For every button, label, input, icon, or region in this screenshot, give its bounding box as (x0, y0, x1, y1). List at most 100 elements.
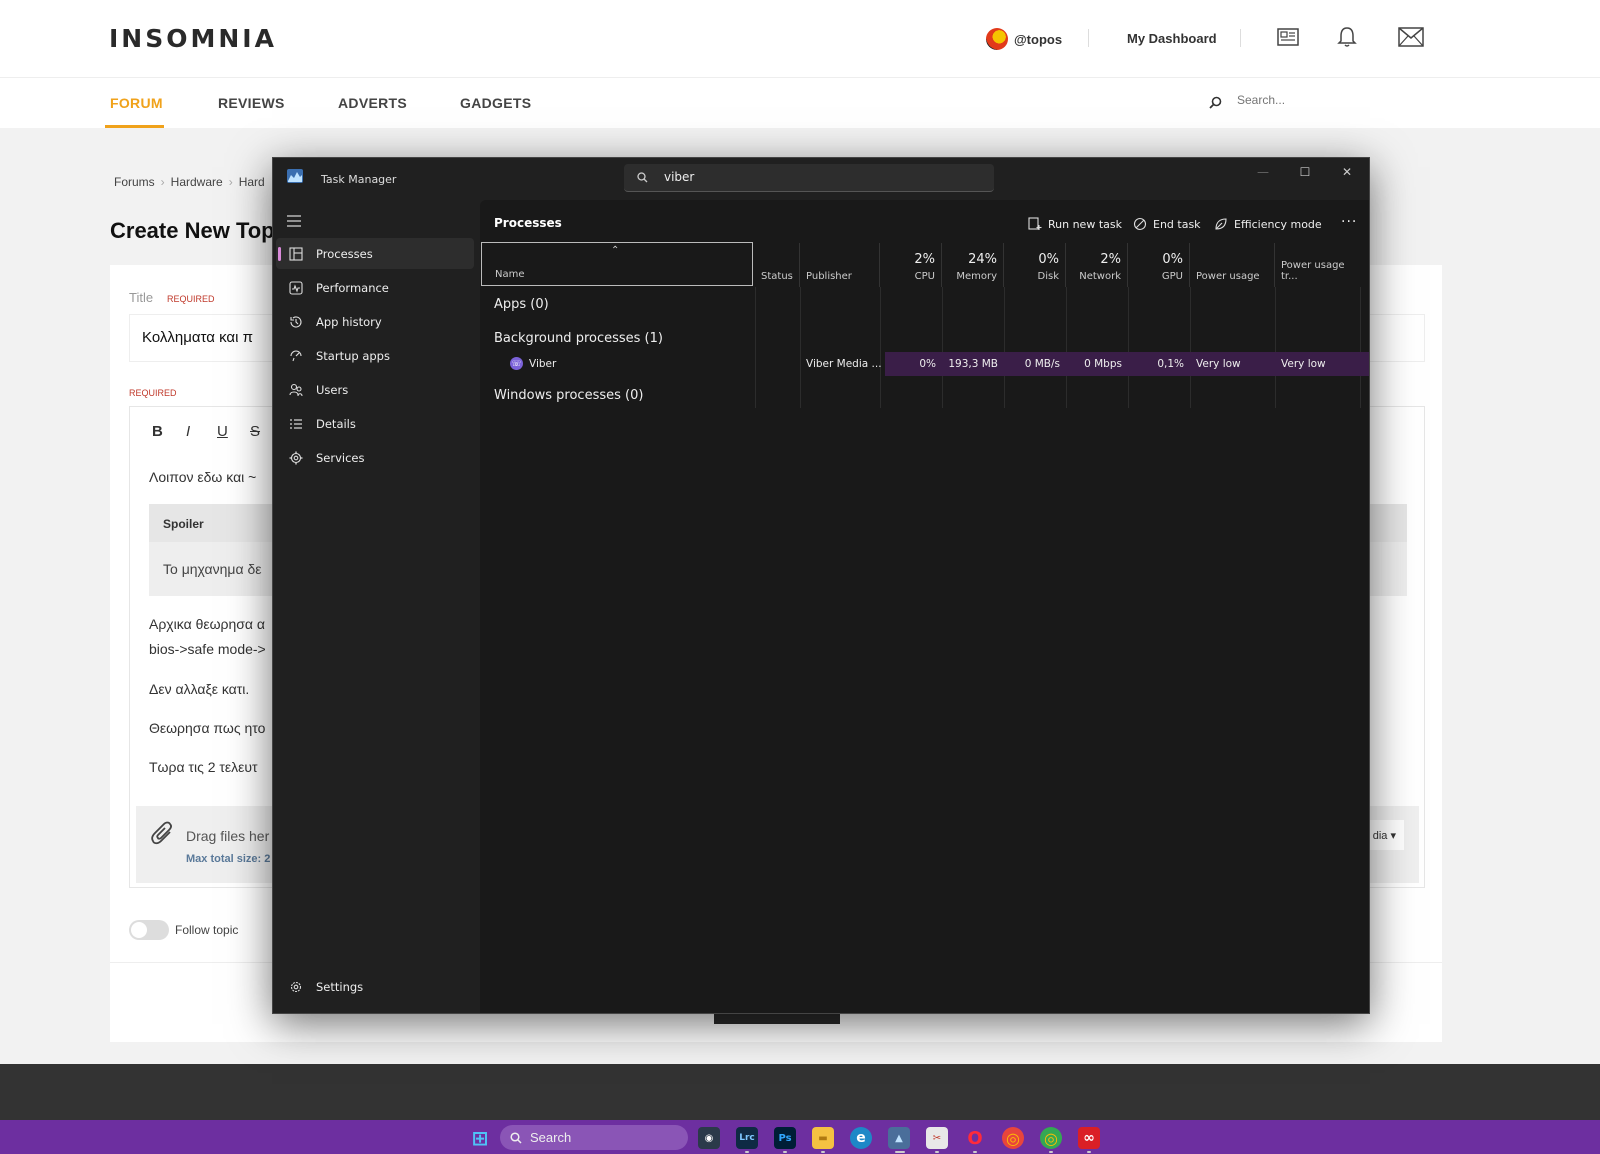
column-header-network[interactable]: 2% Network (1066, 243, 1128, 287)
end-task-icon (1133, 217, 1147, 231)
dashboard-link[interactable]: My Dashboard (1127, 31, 1217, 46)
close-button[interactable]: ✕ (1327, 158, 1367, 186)
bell-icon[interactable] (1337, 26, 1357, 48)
column-header-memory[interactable]: 24% Memory (942, 243, 1004, 287)
breadcrumb-hardware[interactable]: Hardware (171, 175, 223, 189)
users-icon (289, 383, 303, 396)
start-icon[interactable]: ⊞ (469, 1126, 491, 1150)
process-search-input[interactable] (664, 170, 974, 184)
run-task-icon (1028, 217, 1042, 230)
windows-taskbar: ⊞ Search ◉ Lrc Ps ▬ e ▲ ✂ O ◎ ◎ ∞ (0, 1120, 1600, 1154)
underline-button[interactable]: U (217, 423, 228, 440)
paperclip-icon (151, 821, 172, 845)
efficiency-mode-button[interactable]: Efficiency mode (1214, 211, 1322, 237)
column-divider (1004, 287, 1005, 408)
viber-icon: ☏ (510, 357, 523, 370)
sidebar-item-label: Processes (316, 246, 373, 261)
snipping-icon[interactable]: ✂ (926, 1127, 948, 1149)
mail-icon[interactable] (1398, 27, 1424, 47)
maximize-button[interactable]: ☐ (1285, 158, 1325, 186)
breadcrumb-forums[interactable]: Forums (114, 175, 155, 189)
column-header-power-usage[interactable]: Power usage (1190, 243, 1275, 287)
column-header-cpu[interactable]: 2% CPU (880, 243, 942, 287)
column-label: Power usage (1196, 271, 1260, 282)
column-header-name[interactable]: ⌃ Name (481, 242, 753, 286)
network-total: 2% (1100, 252, 1121, 267)
editor-paragraph: bios->safe mode-> (149, 641, 266, 657)
sidebar-item-users[interactable]: Users (276, 374, 474, 405)
avatar[interactable] (986, 28, 1008, 50)
breadcrumb-separator: › (160, 175, 165, 189)
table-row[interactable]: ☏ Viber Viber Media ... 0% 193,3 MB 0 MB… (480, 352, 1369, 376)
sidebar-item-label: Startup apps (316, 348, 390, 363)
dropzone-label: Drag files her (186, 828, 270, 844)
sidebar-item-startup-apps[interactable]: Startup apps (276, 340, 474, 371)
italic-button[interactable]: I (186, 423, 190, 440)
sidebar-item-label: Details (316, 416, 356, 431)
column-header-status[interactable]: Status (755, 243, 800, 287)
publisher-cell: Viber Media ... (806, 358, 882, 370)
photoshop-icon[interactable]: Ps (774, 1127, 796, 1149)
running-indicator (783, 1151, 787, 1153)
breadcrumb-hard[interactable]: Hard (239, 175, 265, 189)
nav-reviews[interactable]: REVIEWS (218, 95, 285, 111)
end-task-button[interactable]: End task (1133, 211, 1201, 237)
chrome-icon[interactable]: ◎ (1002, 1127, 1024, 1149)
chrome-profile-icon[interactable]: ◎ (1040, 1127, 1062, 1149)
run-new-task-button[interactable]: Run new task (1028, 211, 1122, 237)
column-header-power-trend[interactable]: Power usage tr... (1275, 243, 1360, 287)
process-search[interactable] (624, 164, 994, 192)
column-divider (1275, 287, 1276, 408)
group-windows[interactable]: Windows processes (0) (494, 388, 643, 403)
group-background[interactable]: Background processes (1) (494, 331, 663, 346)
title-label: Title (129, 290, 154, 305)
follow-topic-toggle[interactable] (129, 920, 169, 940)
cpu-cell: 0% (919, 358, 936, 370)
site-footer (0, 1064, 1600, 1120)
column-header-publisher[interactable]: Publisher (800, 243, 880, 287)
sidebar-item-app-history[interactable]: App history (276, 306, 474, 337)
sidebar-item-label: Performance (316, 280, 389, 295)
group-apps[interactable]: Apps (0) (494, 297, 549, 312)
hamburger-icon[interactable] (287, 215, 301, 227)
column-header-gpu[interactable]: 0% GPU (1128, 243, 1190, 287)
sidebar-item-settings[interactable]: Settings (276, 971, 474, 1002)
more-options-button[interactable]: ··· (1341, 214, 1357, 230)
site-header: INSOMNIA @topos My Dashboard (0, 0, 1600, 78)
creative-cloud-icon[interactable]: ∞ (1078, 1127, 1100, 1149)
username[interactable]: @topos (1014, 32, 1062, 47)
required-badge: REQUIRED (167, 294, 215, 304)
column-label: Name (495, 269, 525, 280)
running-indicator (935, 1151, 939, 1153)
power-trend-cell: Very low (1281, 358, 1326, 370)
taskmanager-icon[interactable]: ▲ (888, 1127, 910, 1149)
column-header-disk[interactable]: 0% Disk (1004, 243, 1066, 287)
search-icon[interactable] (1209, 96, 1222, 109)
news-icon[interactable] (1277, 28, 1299, 46)
nav-adverts[interactable]: ADVERTS (338, 95, 407, 111)
column-label: Disk (1037, 271, 1059, 282)
edge-icon[interactable]: e (850, 1127, 872, 1149)
processes-panel: Processes Run new task End task Efficien… (480, 200, 1369, 1013)
site-search-input[interactable] (1237, 93, 1437, 107)
sidebar-item-services[interactable]: Services (276, 442, 474, 473)
site-logo[interactable]: INSOMNIA (109, 24, 277, 53)
sidebar-item-performance[interactable]: Performance (276, 272, 474, 303)
lightroom-icon[interactable]: Lrc (736, 1127, 758, 1149)
strike-button[interactable]: S (250, 423, 260, 440)
nav-forum[interactable]: FORUM (110, 95, 163, 111)
davinci-icon[interactable]: ◉ (698, 1127, 720, 1149)
taskbar-search[interactable]: Search (500, 1125, 688, 1150)
user-menu[interactable]: @topos (986, 28, 1062, 50)
sidebar-item-details[interactable]: Details (276, 408, 474, 439)
sidebar-item-processes[interactable]: Processes (276, 238, 474, 269)
column-divider (1360, 287, 1361, 408)
explorer-icon[interactable]: ▬ (812, 1127, 834, 1149)
minimize-button[interactable]: — (1243, 158, 1283, 186)
bold-button[interactable]: B (152, 423, 163, 440)
editor-paragraph: Τωρα τις 2 τελευτ (149, 759, 258, 775)
opera-icon[interactable]: O (964, 1127, 986, 1149)
nav-gadgets[interactable]: GADGETS (460, 95, 531, 111)
column-label: Memory (956, 271, 997, 282)
title-bar[interactable]: Task Manager — ☐ ✕ (273, 158, 1369, 200)
